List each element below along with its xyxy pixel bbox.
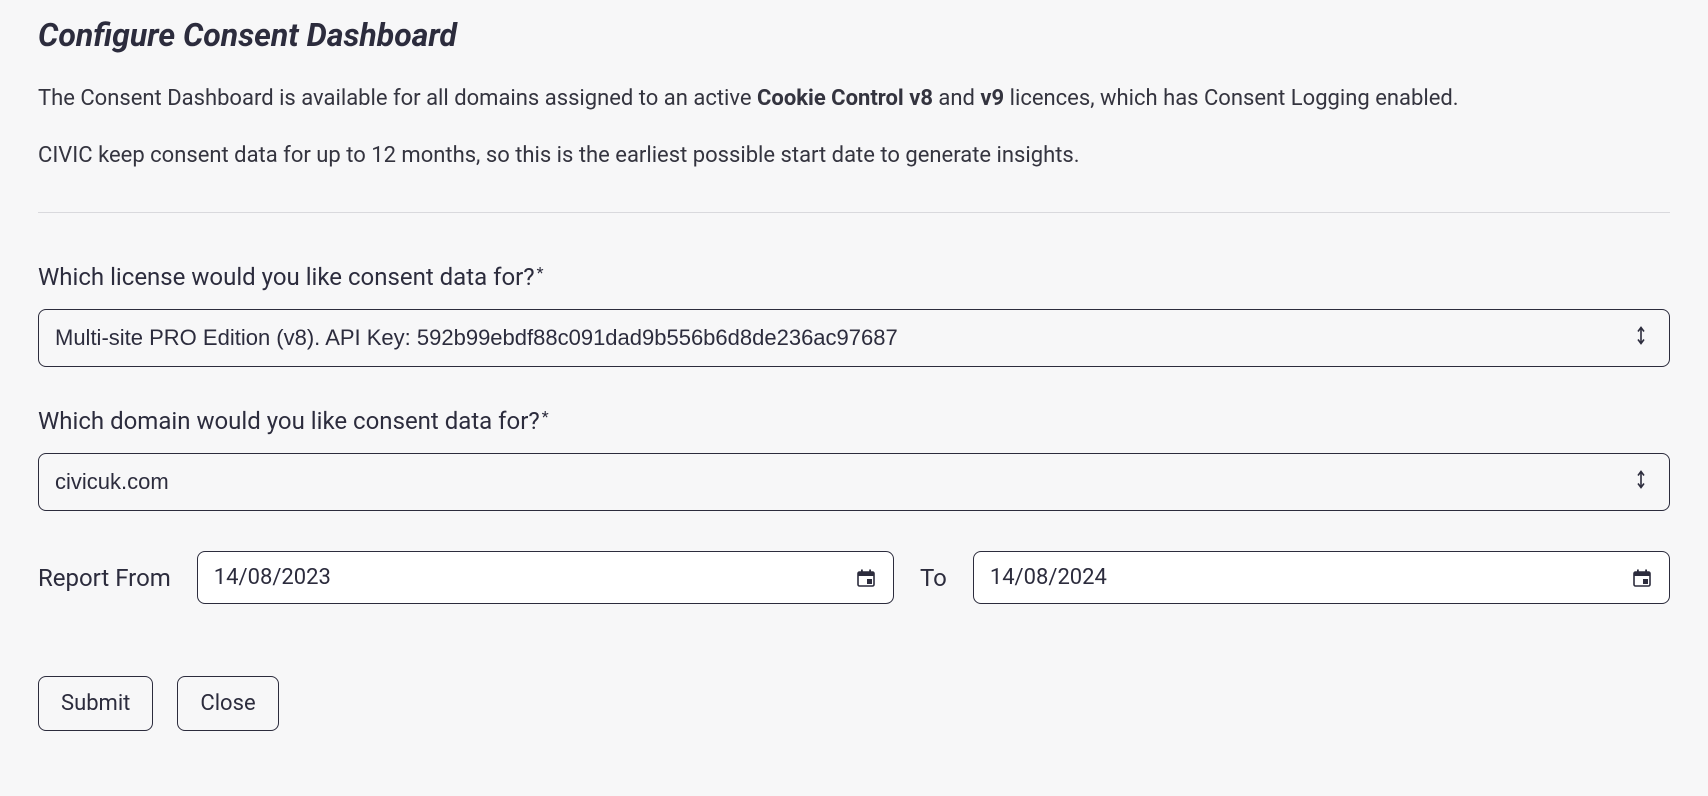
report-to-label: To: [920, 564, 947, 592]
license-select[interactable]: Multi-site PRO Edition (v8). API Key: 59…: [38, 309, 1670, 367]
date-to-input[interactable]: [973, 551, 1670, 604]
intro-p1-bold1: Cookie Control v8: [757, 86, 933, 111]
domain-label-text: Which domain would you like consent data…: [38, 407, 540, 435]
date-range-row: Report From To: [38, 551, 1670, 604]
intro-paragraph-1: The Consent Dashboard is available for a…: [38, 82, 1670, 115]
license-label: Which license would you like consent dat…: [38, 263, 1670, 291]
domain-select[interactable]: civicuk.com: [38, 453, 1670, 511]
submit-button[interactable]: Submit: [38, 676, 153, 731]
date-from-input[interactable]: [197, 551, 894, 604]
domain-select-wrapper: civicuk.com: [38, 453, 1670, 511]
domain-label: Which domain would you like consent data…: [38, 407, 1670, 435]
report-from-label: Report From: [38, 564, 171, 592]
date-to-wrapper: [973, 551, 1670, 604]
button-row: Submit Close: [38, 676, 1670, 731]
license-label-text: Which license would you like consent dat…: [38, 263, 535, 291]
required-marker: *: [542, 407, 549, 426]
required-marker: *: [537, 263, 544, 282]
intro-p1-bold2: v9: [980, 86, 1004, 111]
intro-p1-mid: and: [933, 86, 980, 111]
intro-p1-prefix: The Consent Dashboard is available for a…: [38, 86, 757, 111]
close-button[interactable]: Close: [177, 676, 278, 731]
intro-paragraph-2: CIVIC keep consent data for up to 12 mon…: [38, 139, 1670, 172]
page-title: Configure Consent Dashboard: [38, 16, 1670, 54]
license-select-wrapper: Multi-site PRO Edition (v8). API Key: 59…: [38, 309, 1670, 367]
date-from-wrapper: [197, 551, 894, 604]
section-divider: [38, 212, 1670, 213]
intro-p1-suffix: licences, which has Consent Logging enab…: [1004, 86, 1458, 111]
